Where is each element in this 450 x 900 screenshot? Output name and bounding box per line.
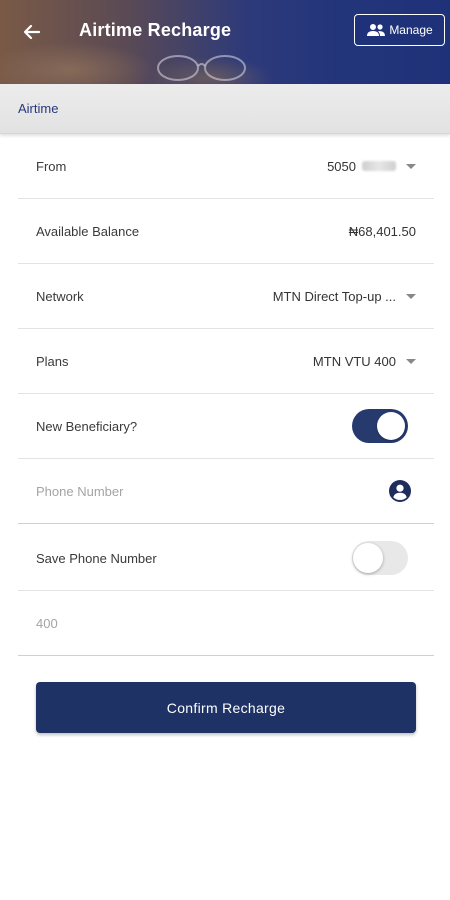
balance-row: Available Balance ₦68,401.50 bbox=[18, 199, 434, 264]
back-button[interactable] bbox=[18, 18, 46, 46]
balance-label: Available Balance bbox=[36, 223, 140, 239]
plans-label: Plans bbox=[36, 353, 69, 369]
phone-number-row bbox=[18, 459, 434, 524]
new-beneficiary-label: New Beneficiary? bbox=[36, 418, 138, 434]
save-phone-toggle[interactable] bbox=[352, 541, 408, 575]
dropdown-caret-icon bbox=[406, 358, 416, 364]
plans-value: MTN VTU 400 bbox=[312, 353, 396, 369]
network-select[interactable]: MTN Direct Top-up ... bbox=[273, 289, 416, 304]
toggle-knob bbox=[377, 412, 405, 440]
network-label: Network bbox=[36, 288, 84, 304]
confirm-recharge-button[interactable]: Confirm Recharge bbox=[36, 682, 416, 733]
manage-label: Manage bbox=[389, 23, 433, 37]
amount-input[interactable] bbox=[36, 615, 366, 631]
masked-account-digits bbox=[362, 161, 396, 171]
header-background-image bbox=[157, 55, 246, 81]
network-value: MTN Direct Top-up ... bbox=[272, 288, 396, 304]
from-account-select[interactable]: 5050 bbox=[327, 159, 416, 174]
manage-button[interactable]: Manage bbox=[354, 14, 445, 46]
from-label: From bbox=[36, 158, 67, 174]
section-title: Airtime bbox=[18, 101, 59, 116]
new-beneficiary-toggle[interactable] bbox=[352, 409, 408, 443]
people-icon bbox=[367, 24, 386, 36]
save-phone-row: Save Phone Number bbox=[18, 526, 434, 591]
section-header: Airtime bbox=[0, 84, 450, 134]
from-account-row[interactable]: From 5050 bbox=[18, 134, 434, 199]
dropdown-caret-icon bbox=[406, 163, 416, 169]
phone-number-input[interactable] bbox=[36, 483, 366, 499]
amount-row bbox=[18, 591, 434, 656]
from-account-value: 5050 bbox=[327, 158, 356, 174]
plans-select[interactable]: MTN VTU 400 bbox=[313, 354, 416, 369]
plans-row[interactable]: Plans MTN VTU 400 bbox=[18, 329, 434, 394]
contact-picker-icon[interactable] bbox=[388, 479, 412, 503]
toggle-knob bbox=[353, 543, 383, 573]
save-phone-label: Save Phone Number bbox=[36, 550, 157, 566]
network-row[interactable]: Network MTN Direct Top-up ... bbox=[18, 264, 434, 329]
arrow-left-icon bbox=[23, 24, 41, 40]
balance-value: ₦68,401.50 bbox=[348, 223, 416, 239]
dropdown-caret-icon bbox=[406, 293, 416, 299]
app-header: Airtime Recharge Manage bbox=[0, 0, 450, 84]
page-title: Airtime Recharge bbox=[79, 20, 232, 40]
new-beneficiary-row: New Beneficiary? bbox=[18, 394, 434, 459]
